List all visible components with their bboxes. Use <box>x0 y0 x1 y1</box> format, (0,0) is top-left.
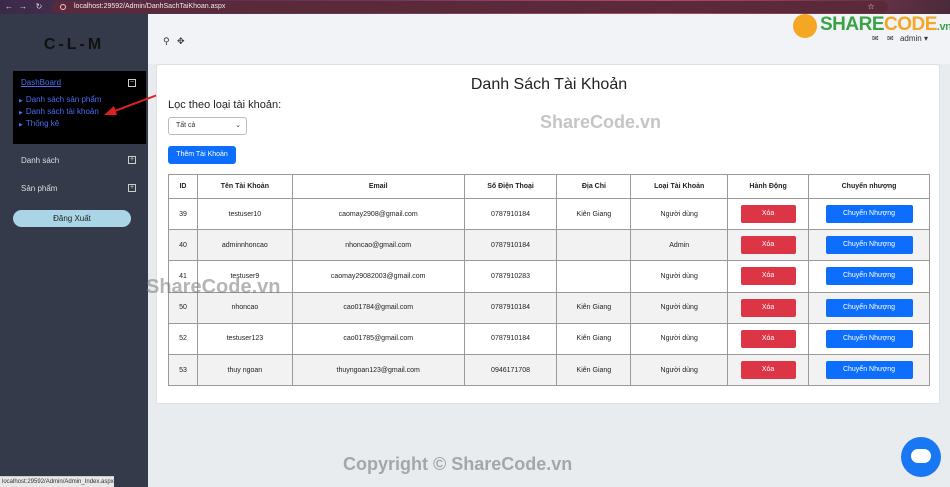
column-header: Chuyển nhượng <box>808 174 930 199</box>
cell-name: testuser123 <box>196 322 293 355</box>
transfer-button[interactable]: Chuyển Nhượng <box>825 298 913 317</box>
cell-id: 53 <box>168 353 198 387</box>
cell-address: Kiên Giang <box>556 197 632 231</box>
cell-email: cao01784@gmail.com <box>291 291 465 324</box>
transfer-button[interactable]: Chuyển Nhượng <box>825 236 913 255</box>
cell-name: adminnhoncao <box>196 229 293 262</box>
caret-icon: ▶ <box>19 110 23 116</box>
cell-phone: 0787910184 <box>463 229 558 262</box>
cell-address <box>556 229 632 262</box>
delete-button[interactable]: Xóa <box>740 298 796 317</box>
cell-address: Kiên Giang <box>556 353 632 387</box>
sidebar-item-statistics[interactable]: ▶ Thống kê <box>19 119 59 128</box>
transfer-button[interactable]: Chuyển Nhượng <box>825 361 913 380</box>
dashboard-link[interactable]: DashBoard <box>21 78 61 87</box>
sidebar-item-products-list[interactable]: ▶ Danh sách sản phẩm <box>19 95 101 104</box>
copyright-watermark: Copyright © ShareCode.vn <box>343 454 573 474</box>
browser-toolbar: ← → ↻ localhost:29592/Admin/DanhSachTaiK… <box>0 0 950 14</box>
sidebar-item-san-pham[interactable]: Sản phẩm <box>21 184 57 193</box>
add-account-button[interactable]: Thêm Tài Khoản <box>168 146 236 164</box>
address-bar[interactable]: localhost:29592/Admin/DanhSachTaiKhoan.a… <box>52 1 888 13</box>
address-bar-url: localhost:29592/Admin/DanhSachTaiKhoan.a… <box>74 3 226 10</box>
table-row: 52 testuser123 cao01785@gmail.com 078791… <box>168 322 930 355</box>
fullscreen-icon[interactable]: ✥ <box>177 36 185 47</box>
sidebar-item-danh-sach[interactable]: Danh sách <box>21 156 59 165</box>
sharecode-logo-icon <box>793 14 817 38</box>
table-row: 53 thuy ngoan thuyngoan123@gmail.com 094… <box>168 353 930 387</box>
cell-email: nhoncao@gmail.com <box>291 229 465 262</box>
cell-type: Người dùng <box>630 260 729 293</box>
delete-button[interactable]: Xóa <box>740 329 796 348</box>
chevron-down-icon: ⌄ <box>235 122 241 129</box>
delete-button[interactable]: Xóa <box>740 267 796 286</box>
cell-phone: 0787910283 <box>463 260 558 293</box>
page-title: Danh Sách Tài Khoản <box>470 76 628 93</box>
cell-id: 39 <box>168 197 198 231</box>
table-row: 50 nhoncao cao01784@gmail.com 0787910184… <box>168 291 930 324</box>
account-type-select[interactable]: Tất cả ⌄ <box>168 117 247 135</box>
cell-email: cao01785@gmail.com <box>291 322 465 355</box>
cell-id: 52 <box>168 322 198 355</box>
forward-icon[interactable]: → <box>18 2 28 12</box>
cell-id: 40 <box>168 229 198 262</box>
cell-type: Người dùng <box>630 322 729 355</box>
accounts-table: ID Tên Tài Khoản Email Số Điện Thoại Địa… <box>168 174 930 387</box>
watermark-center: ShareCode.vn <box>540 112 662 132</box>
cell-email: caomay2908@gmail.com <box>291 197 465 231</box>
cell-address: Kiên Giang <box>556 322 632 355</box>
transfer-button[interactable]: Chuyển Nhượng <box>825 329 913 348</box>
delete-button[interactable]: Xóa <box>740 361 796 380</box>
reload-icon[interactable]: ↻ <box>34 2 44 12</box>
cell-phone: 0787910184 <box>463 291 558 324</box>
cell-address <box>556 260 632 293</box>
table-header-row: ID Tên Tài Khoản Email Số Điện Thoại Địa… <box>168 174 930 199</box>
cell-name: thuy ngoan <box>196 353 293 387</box>
delete-button[interactable]: Xóa <box>740 236 796 255</box>
status-bar-url: localhost:29592/Admin/Admin_Index.aspx <box>0 476 114 487</box>
watermark-left: ShareCode.vn <box>146 276 281 298</box>
cell-type: Người dùng <box>630 291 729 324</box>
caret-icon: ▶ <box>19 98 23 104</box>
transfer-button[interactable]: Chuyển Nhượng <box>825 267 913 286</box>
chat-bubble-icon[interactable] <box>901 437 941 477</box>
column-header: Địa Chỉ <box>556 174 632 199</box>
cell-address: Kiên Giang <box>556 291 632 324</box>
cell-type: Admin <box>630 229 729 262</box>
expand-icon[interactable]: + <box>128 156 136 164</box>
delete-button[interactable]: Xóa <box>740 205 796 224</box>
column-header: Loại Tài Khoản <box>630 174 729 199</box>
search-icon[interactable]: ⚲ <box>163 36 170 47</box>
back-icon[interactable]: ← <box>4 2 14 12</box>
cell-name: testuser10 <box>196 197 293 231</box>
table-row: 41 testuser9 caomay29082003@gmail.com 07… <box>168 260 930 293</box>
table-row: 40 adminnhoncao nhoncao@gmail.com 078791… <box>168 229 930 262</box>
cell-email: thuyngoan123@gmail.com <box>291 353 465 387</box>
star-icon[interactable]: ☆ <box>866 2 876 12</box>
column-header: ID <box>168 174 198 199</box>
cell-email: caomay29082003@gmail.com <box>291 260 465 293</box>
column-header: Số Điện Thoại <box>463 174 558 199</box>
transfer-button[interactable]: Chuyển Nhượng <box>825 205 913 224</box>
filter-label: Lọc theo loại tài khoản: <box>168 99 282 111</box>
caret-icon: ▶ <box>19 122 23 128</box>
brand-title: C-L-M <box>43 36 105 53</box>
sidebar: C-L-M DashBoard − ▶ Danh sách sản phẩm ▶ D… <box>0 14 148 487</box>
cell-phone: 0787910184 <box>463 197 558 231</box>
table-row: 39 testuser10 caomay2908@gmail.com 07879… <box>168 197 930 231</box>
expand-icon[interactable]: + <box>128 184 136 192</box>
column-header: Hành Động <box>727 174 810 199</box>
dashboard-menu: DashBoard − ▶ Danh sách sản phẩm ▶ Danh sá… <box>13 71 146 144</box>
cell-phone: 0787910184 <box>463 322 558 355</box>
cell-type: Người dùng <box>630 353 729 387</box>
cell-type: Người dùng <box>630 197 729 231</box>
column-header: Email <box>291 174 465 199</box>
sidebar-item-accounts-list[interactable]: ▶ Danh sách tài khoản <box>19 107 99 116</box>
site-info-icon[interactable] <box>60 4 66 10</box>
collapse-icon[interactable]: − <box>128 79 136 87</box>
column-header: Tên Tài Khoản <box>196 174 293 199</box>
sharecode-logo: SHARECODE.vn <box>820 14 950 35</box>
cell-phone: 0946171708 <box>463 353 558 387</box>
logout-button[interactable]: Đăng Xuất <box>13 210 131 227</box>
